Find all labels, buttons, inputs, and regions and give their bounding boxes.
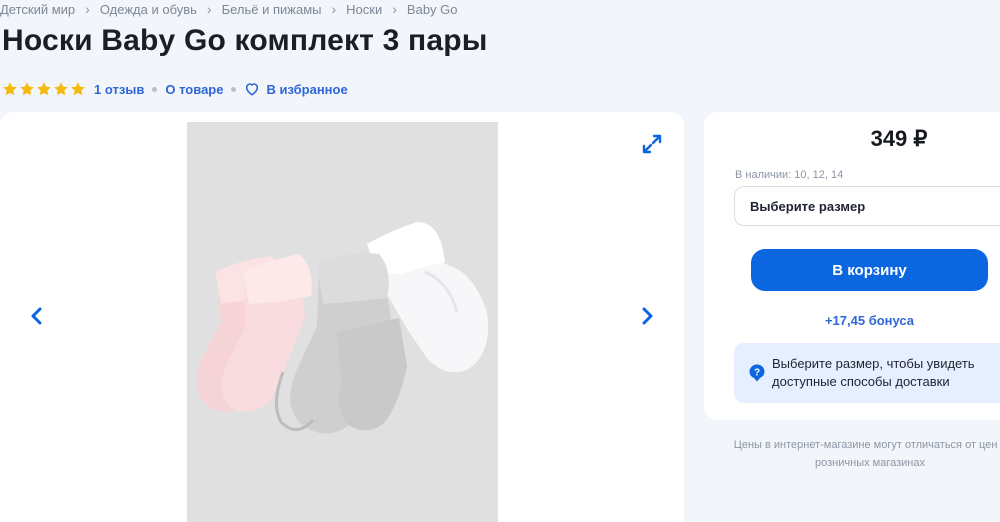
heart-icon	[246, 83, 259, 96]
favorite-label: В избранное	[266, 81, 348, 97]
chevron-right-icon: ›	[206, 1, 212, 17]
availability-text: В наличии: 10, 12, 14	[735, 169, 844, 181]
separator-dot	[152, 86, 158, 92]
product-photo[interactable]	[187, 122, 498, 522]
rating-stars	[2, 81, 86, 97]
chevron-right-icon: ›	[85, 1, 90, 17]
star-icon	[71, 82, 85, 96]
favorite-button[interactable]: В избранное	[244, 81, 348, 97]
star-icon	[54, 82, 68, 96]
buy-box: 349 ₽ В наличии: 10, 12, 14 Выберите раз…	[704, 112, 1000, 420]
expand-icon[interactable]	[641, 133, 663, 155]
gallery-prev-button[interactable]	[27, 306, 47, 326]
price-note: Цены в интернет-магазине могут отличатьс…	[733, 439, 1000, 469]
price: 349 ₽	[870, 126, 928, 151]
separator-dot	[231, 86, 237, 92]
star-icon	[20, 82, 34, 96]
breadcrumb-item[interactable]: Бельё и пижамы	[222, 2, 322, 17]
breadcrumb-item[interactable]: Носки	[346, 2, 382, 17]
breadcrumb-item[interactable]: Одежда и обувь	[100, 2, 197, 17]
product-gallery	[0, 112, 684, 522]
delivery-info: ? Выберите размер, чтобы увидеть доступн…	[734, 343, 1000, 403]
gallery-next-button[interactable]	[637, 306, 657, 326]
breadcrumb-item[interactable]: Детский мир	[0, 2, 75, 17]
delivery-info-text: Выберите размер, чтобы увидеть доступные…	[772, 356, 975, 389]
add-to-cart-button[interactable]: В корзину	[751, 249, 988, 291]
chevron-right-icon: ›	[331, 1, 337, 17]
breadcrumb: Детский мир › Одежда и обувь › Бельё и п…	[0, 0, 458, 18]
about-link[interactable]: О товаре	[165, 82, 223, 97]
breadcrumb-item[interactable]: Baby Go	[407, 2, 458, 17]
product-meta: 1 отзыв О товаре В избранное	[2, 80, 348, 98]
page-title: Носки Baby Go комплект 3 пары	[2, 24, 488, 57]
chevron-right-icon: ›	[392, 1, 397, 17]
bonus-text: +17,45 бонуса	[824, 313, 915, 328]
star-icon	[37, 82, 51, 96]
question-badge-icon: ?	[749, 364, 765, 382]
star-icon	[3, 82, 17, 96]
size-select[interactable]: Выберите размер	[734, 186, 1000, 226]
size-select-value: Выберите размер	[750, 199, 866, 214]
socks-image	[187, 122, 498, 522]
reviews-link[interactable]: 1 отзыв	[94, 82, 144, 97]
svg-text:?: ?	[754, 368, 760, 379]
